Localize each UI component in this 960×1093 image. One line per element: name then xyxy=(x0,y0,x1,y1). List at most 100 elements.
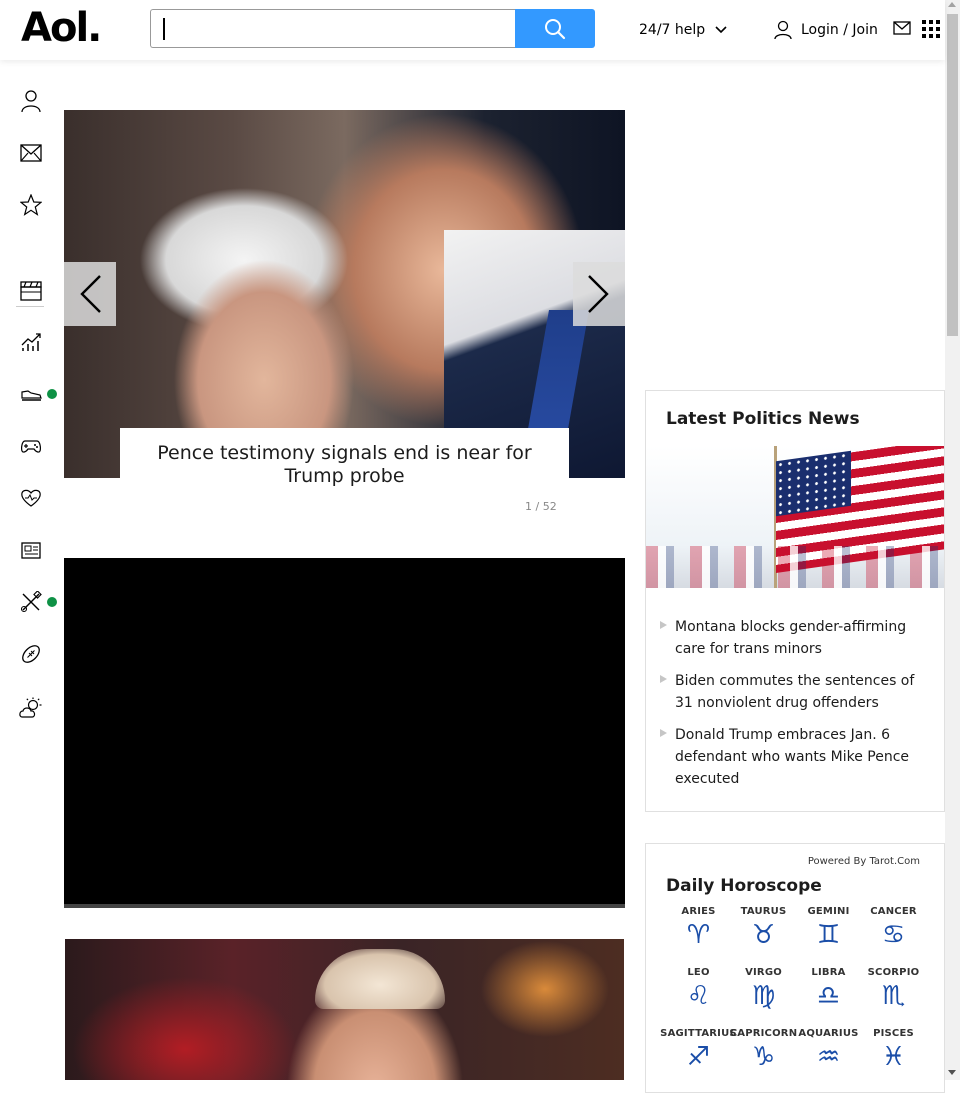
sidebar-item-entertainment[interactable] xyxy=(18,277,44,303)
mail-button[interactable] xyxy=(893,20,911,40)
chevron-down-icon xyxy=(715,26,727,34)
list-item[interactable]: Donald Trump embraces Jan. 6 defendant w… xyxy=(660,724,930,790)
sign-label: AQUARIUS xyxy=(798,1028,859,1039)
horoscope-title: Daily Horoscope xyxy=(666,876,822,896)
zodiac-sign-aries[interactable]: ARIES ♈ xyxy=(666,906,731,953)
sidebar-divider xyxy=(16,306,44,307)
search-button[interactable] xyxy=(515,9,595,48)
sagittarius-icon: ♐ xyxy=(686,1042,711,1072)
news-headline[interactable]: Donald Trump embraces Jan. 6 defendant w… xyxy=(675,724,930,790)
text-caret xyxy=(163,18,165,40)
sidebar-item-weather[interactable] xyxy=(18,695,44,721)
sidebar-item-favorites[interactable] xyxy=(18,192,44,218)
star-icon xyxy=(20,194,42,216)
zodiac-sign-scorpio[interactable]: SCORPIO ♏ xyxy=(861,967,926,1014)
bullet-triangle-icon xyxy=(660,729,669,737)
search-input[interactable] xyxy=(150,9,516,48)
sidebar-item-games[interactable] xyxy=(18,433,44,459)
horoscope-card: Powered By Tarot.Com Daily Horoscope ARI… xyxy=(645,843,945,1093)
slideshow-counter: 1 / 52 xyxy=(525,500,557,513)
gamepad-icon xyxy=(21,440,41,453)
news-headline[interactable]: Biden commutes the sentences of 31 nonvi… xyxy=(675,670,930,714)
taurus-icon: ♉ xyxy=(751,920,776,950)
help-menu[interactable]: 24/7 help xyxy=(639,22,727,38)
zodiac-grid: ARIES ♈ TAURUS ♉ GEMINI ♊ CANCER ♋ LEO ♌ VIRG… xyxy=(660,906,926,1075)
cancer-icon: ♋ xyxy=(881,920,906,950)
slideshow-prev-button[interactable] xyxy=(64,262,116,326)
sign-label: LIBRA xyxy=(811,967,846,978)
sidebar-item-diy[interactable] xyxy=(18,589,44,615)
capricorn-icon: ♑ xyxy=(751,1042,776,1072)
sign-label: LEO xyxy=(687,967,710,978)
football-icon xyxy=(22,645,40,663)
chevron-right-icon xyxy=(588,275,609,313)
politics-news-image[interactable] xyxy=(646,446,944,588)
slideshow-next-button[interactable] xyxy=(573,262,625,326)
pisces-icon: ♓ xyxy=(881,1042,906,1072)
zodiac-sign-cancer[interactable]: CANCER ♋ xyxy=(861,906,926,953)
sign-label: ARIES xyxy=(681,906,716,917)
weather-icon xyxy=(19,697,42,718)
aol-logo[interactable]: Aol. xyxy=(21,8,102,48)
politics-news-card: Latest Politics News Montana blocks gend… xyxy=(645,390,945,812)
virgo-icon: ♍ xyxy=(751,981,776,1011)
sidebar-item-mail[interactable] xyxy=(18,140,44,166)
photo-detail xyxy=(646,546,944,588)
new-badge-dot xyxy=(47,597,57,607)
video-player[interactable] xyxy=(64,558,625,908)
slideshow-caption[interactable]: Pence testimony signals end is near for … xyxy=(120,428,569,492)
login-link[interactable]: Login / Join xyxy=(773,20,878,40)
article-photo[interactable] xyxy=(65,939,624,1080)
powered-by-label[interactable]: Powered By Tarot.Com xyxy=(808,856,920,867)
mail-icon xyxy=(893,21,911,35)
aries-icon: ♈ xyxy=(686,920,711,950)
leo-icon: ♌ xyxy=(686,981,711,1011)
sign-label: SAGITTARIUS xyxy=(660,1028,737,1039)
zodiac-sign-sagittarius[interactable]: SAGITTARIUS ♐ xyxy=(660,1028,736,1075)
sidebar-item-lifestyle[interactable] xyxy=(18,381,44,407)
mail-icon xyxy=(20,144,42,162)
sign-label: CANCER xyxy=(870,906,917,917)
zodiac-sign-aquarius[interactable]: AQUARIUS ♒ xyxy=(796,1028,861,1075)
list-item[interactable]: Biden commutes the sentences of 31 nonvi… xyxy=(660,670,930,714)
sidebar-item-sports[interactable] xyxy=(18,641,44,667)
page-scrollbar[interactable] xyxy=(945,0,960,1080)
aquarius-icon: ♒ xyxy=(816,1042,841,1072)
sign-label: PISCES xyxy=(873,1028,914,1039)
sidebar-item-news[interactable] xyxy=(18,537,44,563)
libra-icon: ♎ xyxy=(816,981,841,1011)
zodiac-sign-gemini[interactable]: GEMINI ♊ xyxy=(796,906,861,953)
user-icon xyxy=(21,90,41,113)
login-label: Login / Join xyxy=(801,22,878,38)
scroll-down-arrow[interactable] xyxy=(948,1070,956,1075)
bullet-triangle-icon xyxy=(660,621,669,629)
clapperboard-icon xyxy=(20,281,42,301)
zodiac-sign-taurus[interactable]: TAURUS ♉ xyxy=(731,906,796,953)
photo-detail xyxy=(776,450,851,517)
zodiac-sign-pisces[interactable]: PISCES ♓ xyxy=(861,1028,926,1075)
photo-slideshow[interactable] xyxy=(64,110,625,478)
politics-news-title[interactable]: Latest Politics News xyxy=(666,409,860,429)
header: Aol. 24/7 help Login / Join xyxy=(0,0,945,60)
list-item[interactable]: Montana blocks gender-affirming care for… xyxy=(660,616,930,660)
sidebar-item-profile[interactable] xyxy=(18,88,44,114)
zodiac-sign-leo[interactable]: LEO ♌ xyxy=(666,967,731,1014)
shoe-icon xyxy=(21,390,42,401)
tools-icon xyxy=(20,591,42,613)
heart-icon xyxy=(21,489,41,507)
scroll-up-arrow[interactable] xyxy=(948,2,956,7)
video-progress-bar[interactable] xyxy=(64,904,625,908)
zodiac-sign-virgo[interactable]: VIRGO ♍ xyxy=(731,967,796,1014)
sign-label: VIRGO xyxy=(745,967,782,978)
zodiac-sign-libra[interactable]: LIBRA ♎ xyxy=(796,967,861,1014)
slideshow-caption-text[interactable]: Pence testimony signals end is near for … xyxy=(120,428,569,488)
newspaper-icon xyxy=(21,542,41,559)
apps-grid-button[interactable] xyxy=(922,20,940,42)
sidebar-item-health[interactable] xyxy=(18,485,44,511)
photo-detail xyxy=(315,949,445,1009)
news-headline[interactable]: Montana blocks gender-affirming care for… xyxy=(675,616,930,660)
zodiac-sign-capricorn[interactable]: CAPRICORN ♑ xyxy=(730,1028,797,1075)
sign-label: SCORPIO xyxy=(867,967,920,978)
scroll-thumb[interactable] xyxy=(947,14,958,336)
sidebar-item-finance[interactable] xyxy=(18,329,44,355)
